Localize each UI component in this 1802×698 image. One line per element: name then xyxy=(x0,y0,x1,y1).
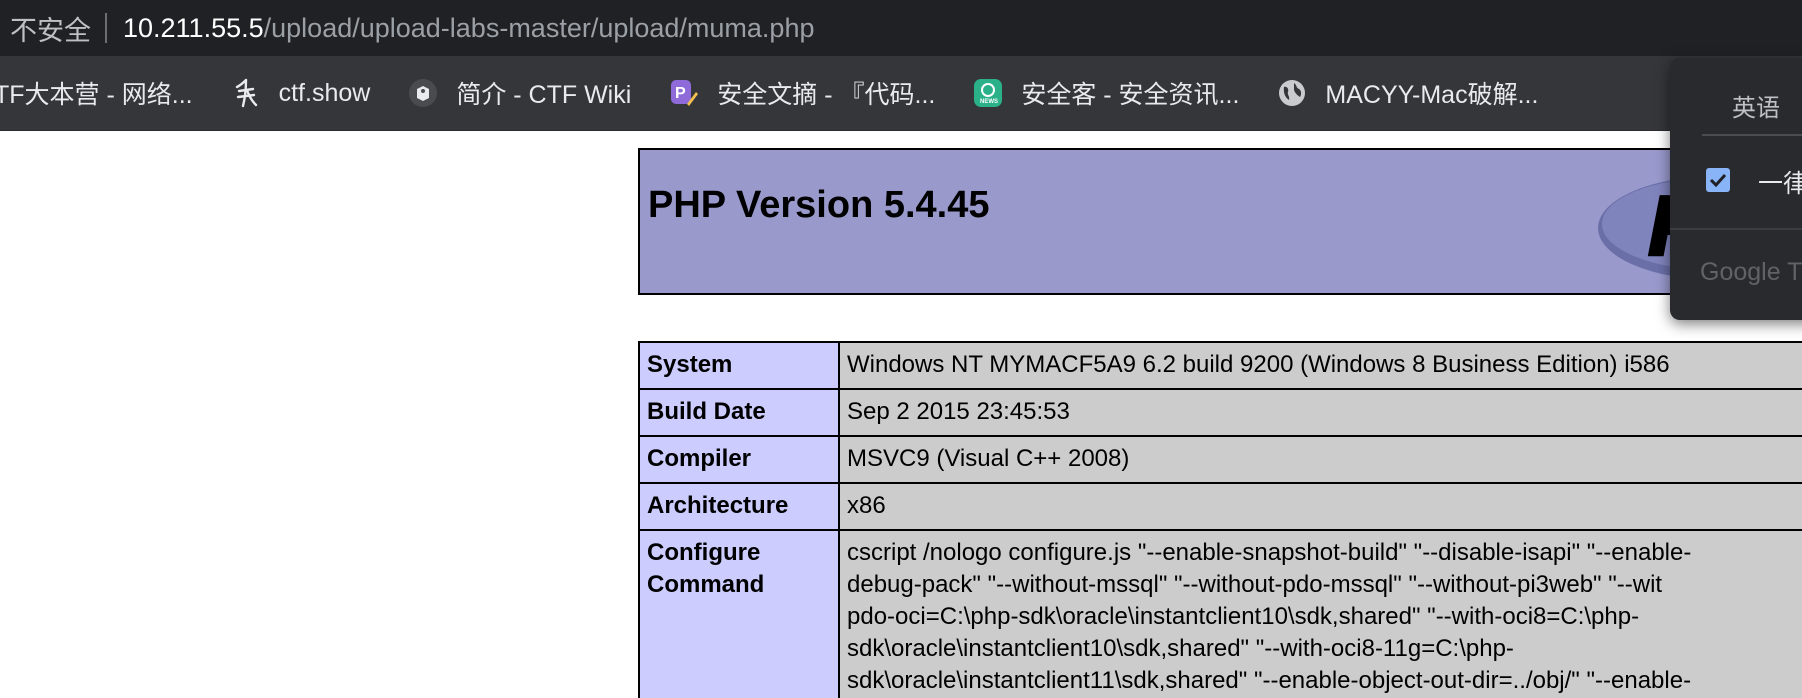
url-host[interactable]: 10.211.55.5 xyxy=(123,13,264,44)
table-row: Compiler MSVC9 (Visual C++ 2008) xyxy=(638,435,1802,484)
language-tab[interactable]: 英语 xyxy=(1732,88,1780,123)
bookmark-ctfshow[interactable]: ctf.show xyxy=(231,78,371,108)
table-row: Configure Command cscript /nologo config… xyxy=(638,529,1802,698)
table-row: Architecture x86 xyxy=(638,482,1802,531)
row-value: x86 xyxy=(838,482,1802,531)
news-icon: NEWS xyxy=(973,78,1003,108)
php-info-table: System Windows NT MYMACF5A9 6.2 build 92… xyxy=(638,341,1802,698)
row-key: Configure Command xyxy=(638,529,840,698)
bookmark-label: ctf.show xyxy=(278,78,371,107)
globe-icon xyxy=(1277,78,1307,108)
pen-icon: P xyxy=(669,78,699,108)
table-row: Build Date Sep 2 2015 23:45:53 xyxy=(638,388,1802,437)
configure-line: debug-pack" "--without-mssql" "--without… xyxy=(847,571,1663,598)
configure-line: pdo-oci=C:\php-sdk\oracle\instantclient1… xyxy=(847,603,1640,630)
row-key-line: Configure xyxy=(647,539,761,566)
bookmark-ctf-camp[interactable]: TF大本营 - 网络... xyxy=(0,75,193,111)
row-key: Build Date xyxy=(638,388,840,437)
address-separator xyxy=(105,13,107,43)
configure-line: cscript /nologo configure.js "--enable-s… xyxy=(847,539,1692,566)
row-key-line: Command xyxy=(647,571,765,598)
page-title: PHP Version 5.4.45 xyxy=(648,184,990,226)
configure-line: sdk\oracle\instantclient10\sdk,shared" "… xyxy=(847,635,1514,662)
bookmark-label: 安全客 - 安全资讯... xyxy=(1021,81,1240,109)
bookmark-anquanke[interactable]: NEWS 安全客 - 安全资讯... xyxy=(973,75,1239,111)
svg-text:NEWS: NEWS xyxy=(980,99,998,105)
popup-divider xyxy=(1670,228,1802,230)
url-path[interactable]: /upload/upload-labs-master/upload/muma.p… xyxy=(264,13,815,44)
row-key: Compiler xyxy=(638,435,840,484)
bookmarks-bar: TF大本营 - 网络... ctf.show 简介 - CTF Wiki P 安… xyxy=(0,56,1802,131)
bookmark-ctf-wiki[interactable]: 简介 - CTF Wiki xyxy=(408,75,631,111)
bookmark-security-digest[interactable]: P 安全文摘 - 『代码... xyxy=(669,75,935,111)
row-value: Sep 2 2015 23:45:53 xyxy=(838,388,1802,437)
page-content: PHP Version 5.4.45 P System Windows NT M… xyxy=(0,131,1802,698)
translate-popup: 英语 一律 Google Tr xyxy=(1670,58,1802,320)
bookmark-label: TF大本营 - 网络... xyxy=(0,81,193,109)
google-translate-brand: Google Tr xyxy=(1700,258,1802,286)
bookmark-label: MACYY-Mac破解... xyxy=(1325,81,1539,109)
row-value: MSVC9 (Visual C++ 2008) xyxy=(838,435,1802,484)
ctfwiki-icon xyxy=(408,78,438,108)
security-status[interactable]: 不安全 xyxy=(10,9,91,48)
php-version-header: PHP Version 5.4.45 P xyxy=(638,148,1802,295)
ctfshow-icon xyxy=(231,78,261,108)
configure-line: sdk\oracle\instantclient11\sdk,shared" "… xyxy=(847,667,1692,694)
address-bar[interactable]: 不安全 10.211.55.5 /upload/upload-labs-mast… xyxy=(0,0,1802,56)
bookmark-macyy[interactable]: MACYY-Mac破解... xyxy=(1277,75,1538,111)
bookmark-label: 简介 - CTF Wiki xyxy=(456,81,632,109)
always-translate-checkbox[interactable] xyxy=(1706,168,1730,192)
bookmark-label: 安全文摘 - 『代码... xyxy=(717,81,936,109)
row-key: System xyxy=(638,341,840,390)
always-translate-label[interactable]: 一律 xyxy=(1758,164,1802,200)
row-key: Architecture xyxy=(638,482,840,531)
table-row: System Windows NT MYMACF5A9 6.2 build 92… xyxy=(638,341,1802,390)
row-value: Windows NT MYMACF5A9 6.2 build 9200 (Win… xyxy=(838,341,1802,390)
row-value: cscript /nologo configure.js "--enable-s… xyxy=(838,529,1802,698)
tab-underline xyxy=(1702,134,1802,136)
svg-text:P: P xyxy=(675,85,686,102)
